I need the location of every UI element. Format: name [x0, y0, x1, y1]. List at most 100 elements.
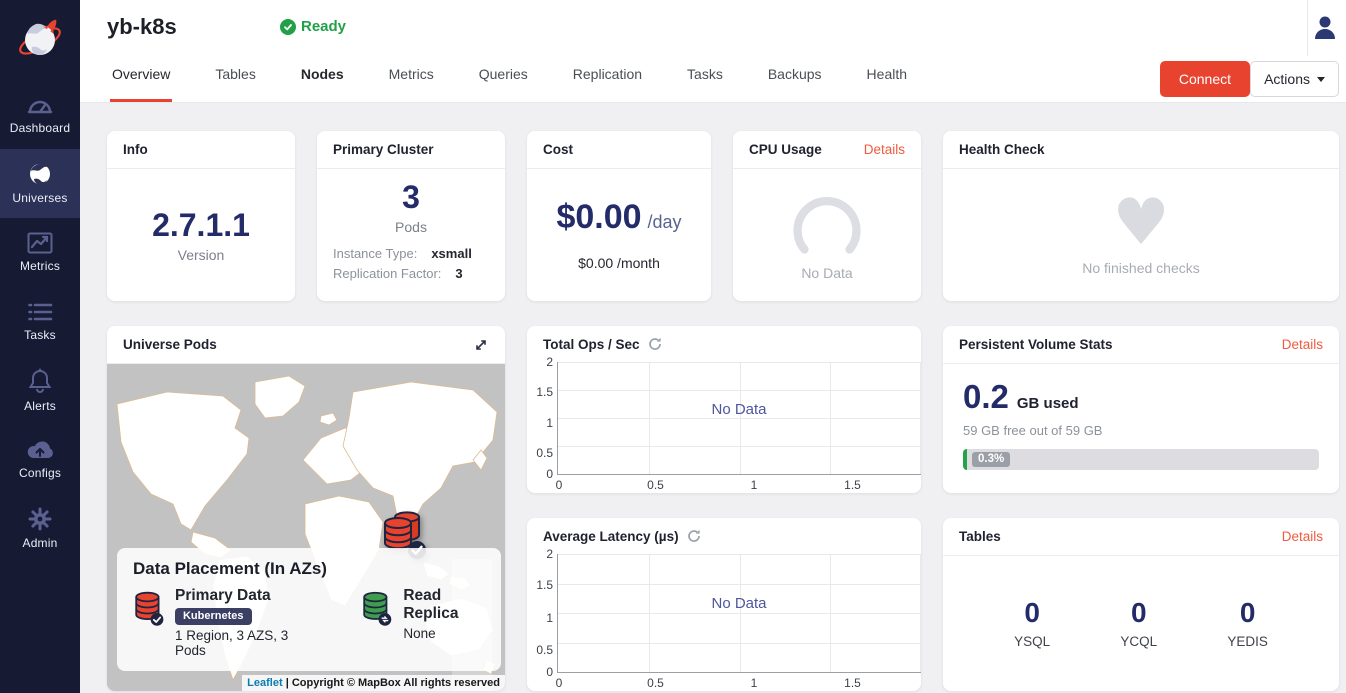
- gb-free-text: 59 GB free out of 59 GB: [963, 423, 1319, 438]
- cost-per-day: $0.00: [556, 198, 641, 237]
- cost-card: Cost $0.00 /day $0.00 /month: [527, 131, 711, 301]
- ycql-label: YCQL: [1120, 634, 1157, 649]
- total-ops-chart-card: Total Ops / Sec 2 1.5 1 0.5: [527, 326, 921, 493]
- list-icon: [27, 301, 53, 323]
- gauge-arc-icon: [781, 189, 873, 261]
- map-attribution: Leaflet | Copyright © MapBox All rights …: [242, 675, 505, 691]
- cost-per-month: $0.00 /month: [578, 255, 660, 271]
- planet-rocket-icon: [14, 14, 66, 66]
- status-text: Ready: [301, 18, 346, 35]
- cpu-empty-text: No Data: [801, 265, 852, 281]
- right-column: Persistent Volume Stats Details 0.2 GB u…: [943, 326, 1339, 691]
- info-card: Info 2.7.1.1 Version: [107, 131, 295, 301]
- sidebar-item-dashboard[interactable]: Dashboard: [0, 80, 80, 149]
- sidebar-item-configs[interactable]: Configs: [0, 425, 80, 494]
- primary-data-label: Primary Data: [175, 587, 299, 605]
- ysql-stat: 0 YSQL: [1014, 597, 1050, 649]
- version-label: Version: [178, 247, 225, 263]
- sidebar-item-label: Alerts: [24, 399, 56, 413]
- tab-backups[interactable]: Backups: [766, 56, 824, 102]
- sidebar-item-admin[interactable]: Admin: [0, 494, 80, 563]
- y-tick: 0.5: [527, 643, 553, 657]
- tab-tables[interactable]: Tables: [213, 56, 257, 102]
- check-circle-icon: [280, 19, 296, 35]
- cloud-upload-icon: [26, 439, 54, 461]
- sidebar-item-metrics[interactable]: Metrics: [0, 218, 80, 287]
- tab-tasks[interactable]: Tasks: [685, 56, 725, 102]
- y-tick: 2: [527, 547, 553, 561]
- universe-overview-page: Dashboard Universes Metrics: [0, 0, 1346, 693]
- card-title: Average Latency (µs): [543, 529, 679, 544]
- y-tick: 0.5: [527, 446, 553, 460]
- row-label: Instance Type:: [333, 246, 417, 261]
- bell-icon: [28, 368, 52, 394]
- connect-button[interactable]: Connect: [1160, 61, 1250, 97]
- data-placement-legend: Data Placement (In AZs): [117, 548, 501, 671]
- volume-usage-percent: 0.3%: [972, 452, 1010, 467]
- leaflet-link[interactable]: Leaflet: [247, 677, 282, 689]
- refresh-button[interactable]: [687, 529, 701, 543]
- tab-health[interactable]: Health: [865, 56, 909, 102]
- primary-data-legend-item: Primary Data Kubernetes 1 Region, 3 AZS,…: [133, 587, 299, 658]
- yedis-stat: 0 YEDIS: [1227, 597, 1268, 649]
- volume-usage-bar: 0.3%: [963, 449, 1319, 470]
- pods-label: Pods: [395, 219, 427, 235]
- actions-label: Actions: [1264, 71, 1310, 87]
- sidebar-item-universes[interactable]: Universes: [0, 149, 80, 218]
- topbar-divider: [1307, 0, 1308, 56]
- tab-metrics[interactable]: Metrics: [387, 56, 436, 102]
- x-tick: 0.5: [647, 676, 664, 690]
- chart-empty-text: No Data: [557, 595, 921, 612]
- y-tick: 2: [527, 355, 553, 369]
- yugabyte-logo[interactable]: [0, 0, 80, 80]
- refresh-icon: [687, 529, 701, 543]
- avg-latency-chart-card: Average Latency (µs) 2 1.5 1 0.5: [527, 518, 921, 691]
- y-tick: 0: [527, 467, 553, 481]
- cpu-details-link[interactable]: Details: [864, 131, 905, 169]
- gb-used-value: 0.2: [963, 378, 1009, 416]
- card-title: Persistent Volume Stats: [959, 326, 1113, 364]
- primary-cluster-card: Primary Cluster 3 Pods Instance Type: xs…: [317, 131, 505, 301]
- sidebar-item-label: Tasks: [24, 328, 56, 342]
- sidebar-item-label: Admin: [22, 536, 57, 550]
- ysql-label: YSQL: [1014, 634, 1050, 649]
- tables-details-link[interactable]: Details: [1282, 518, 1323, 556]
- ycql-stat: 0 YCQL: [1120, 597, 1157, 649]
- yedis-label: YEDIS: [1227, 634, 1268, 649]
- card-title: Cost: [543, 131, 573, 169]
- world-map[interactable]: Data Placement (In AZs): [107, 364, 505, 691]
- globe-icon: [28, 162, 52, 186]
- tab-nodes[interactable]: Nodes: [299, 56, 346, 102]
- tab-queries[interactable]: Queries: [477, 56, 530, 102]
- primary-database-icon: [133, 587, 165, 631]
- chart-plot-area: 2 1.5 1 0.5 0 0 0.5 1: [527, 362, 921, 493]
- x-tick: 0: [556, 478, 563, 492]
- sidebar-item-tasks[interactable]: Tasks: [0, 287, 80, 356]
- user-menu-button[interactable]: [1313, 14, 1337, 45]
- actions-dropdown-button[interactable]: Actions: [1250, 61, 1339, 97]
- replication-factor-row: Replication Factor: 3: [333, 266, 489, 281]
- y-tick: 1: [527, 416, 553, 430]
- line-chart-icon: [27, 232, 53, 254]
- summary-row: Info 2.7.1.1 Version Primary Cluster 3 P…: [107, 131, 1339, 301]
- caret-down-icon: [1317, 77, 1325, 82]
- sidebar: Dashboard Universes Metrics: [0, 0, 80, 693]
- tab-replication[interactable]: Replication: [571, 56, 644, 102]
- expand-map-button[interactable]: [473, 337, 489, 353]
- x-tick: 0: [556, 676, 563, 690]
- gb-used-unit: GB used: [1017, 395, 1079, 412]
- tab-bar: Overview Tables Nodes Metrics Queries Re…: [110, 56, 909, 102]
- gauge-icon: [27, 94, 53, 116]
- sidebar-item-label: Universes: [12, 191, 67, 205]
- persistent-volume-stats-card: Persistent Volume Stats Details 0.2 GB u…: [943, 326, 1339, 493]
- tables-card: Tables Details 0 YSQL 0 YCQL 0: [943, 518, 1339, 691]
- refresh-button[interactable]: [648, 337, 662, 351]
- legend-title: Data Placement (In AZs): [133, 559, 485, 579]
- tab-overview[interactable]: Overview: [110, 56, 172, 102]
- row-value: 3: [455, 266, 462, 281]
- sidebar-item-label: Dashboard: [10, 121, 71, 135]
- sidebar-item-alerts[interactable]: Alerts: [0, 356, 80, 425]
- expand-icon: [473, 337, 489, 353]
- pvs-details-link[interactable]: Details: [1282, 326, 1323, 364]
- sidebar-item-label: Metrics: [20, 259, 60, 273]
